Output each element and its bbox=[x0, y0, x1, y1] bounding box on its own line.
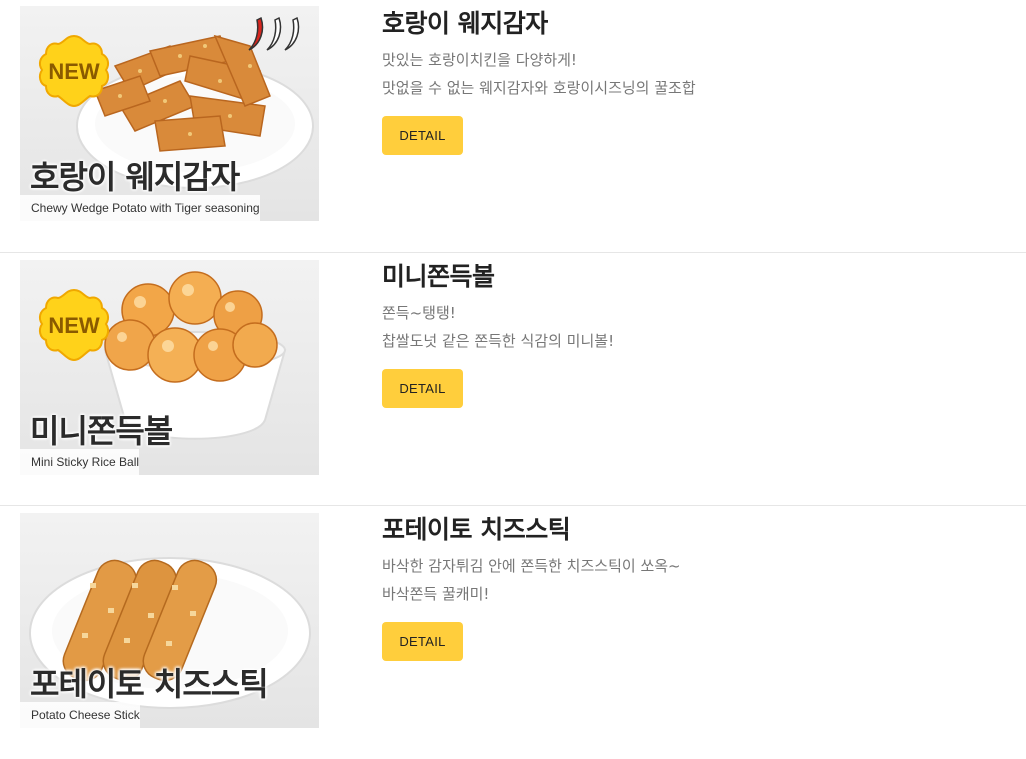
product-list: NEW 호랑이 웨지감자 Chewy Wedge Potato with Tig… bbox=[0, 0, 1026, 759]
svg-text:NEW: NEW bbox=[48, 59, 100, 84]
description-line: 찹쌀도넛 같은 쫀득한 식감의 미니볼! bbox=[382, 332, 615, 350]
product-item: NEW 호랑이 웨지감자 Chewy Wedge Potato with Tig… bbox=[0, 0, 1026, 253]
svg-text:NEW: NEW bbox=[48, 313, 100, 338]
image-subtitle: Chewy Wedge Potato with Tiger seasoning bbox=[20, 195, 260, 221]
detail-button[interactable]: DETAIL bbox=[382, 369, 463, 408]
detail-button[interactable]: DETAIL bbox=[382, 622, 463, 661]
product-name[interactable]: 미니쫀득볼 bbox=[382, 257, 495, 293]
product-image[interactable]: NEW 미니쫀득볼 Mini Sticky Rice Ball bbox=[20, 260, 319, 475]
description-line: 맛있는 호랑이치킨을 다양하게! bbox=[382, 51, 577, 69]
image-subtitle: Potato Cheese Stick bbox=[20, 702, 140, 728]
image-title: 포테이토 치즈스틱 bbox=[30, 665, 269, 703]
new-badge: NEW bbox=[38, 288, 110, 362]
chili-pepper-icon bbox=[248, 16, 300, 51]
image-title: 미니쫀득볼 bbox=[30, 412, 173, 450]
product-description: 바삭한 감자튀김 안에 쫀득한 치즈스틱이 쏘옥~ 바삭쫀득 꿀캐미! bbox=[382, 552, 681, 608]
product-description: 쫀득~탱탱! 찹쌀도넛 같은 쫀득한 식감의 미니볼! bbox=[382, 299, 614, 355]
product-name[interactable]: 호랑이 웨지감자 bbox=[382, 4, 548, 40]
product-item: NEW 미니쫀득볼 Mini Sticky Rice Ball 미니쫀득볼 쫀득… bbox=[0, 253, 1026, 506]
product-name[interactable]: 포테이토 치즈스틱 bbox=[382, 510, 571, 546]
description-line: 바삭한 감자튀김 안에 쫀득한 치즈스틱이 쏘옥~ bbox=[382, 557, 681, 575]
description-line: 쫀득~탱탱! bbox=[382, 304, 456, 322]
description-line: 맛없을 수 없는 웨지감자와 호랑이시즈닝의 꿀조합 bbox=[382, 79, 696, 97]
image-title: 호랑이 웨지감자 bbox=[30, 158, 240, 196]
image-subtitle: Mini Sticky Rice Ball bbox=[20, 449, 140, 475]
product-image[interactable]: 포테이토 치즈스틱 Potato Cheese Stick bbox=[20, 513, 319, 728]
product-image[interactable]: NEW 호랑이 웨지감자 Chewy Wedge Potato with Tig… bbox=[20, 6, 319, 221]
product-item: 포테이토 치즈스틱 Potato Cheese Stick 포테이토 치즈스틱 … bbox=[0, 506, 1026, 759]
product-description: 맛있는 호랑이치킨을 다양하게! 맛없을 수 없는 웨지감자와 호랑이시즈닝의 … bbox=[382, 46, 696, 102]
detail-button[interactable]: DETAIL bbox=[382, 116, 463, 155]
description-line: 바삭쫀득 꿀캐미! bbox=[382, 585, 490, 603]
new-badge: NEW bbox=[38, 34, 110, 108]
